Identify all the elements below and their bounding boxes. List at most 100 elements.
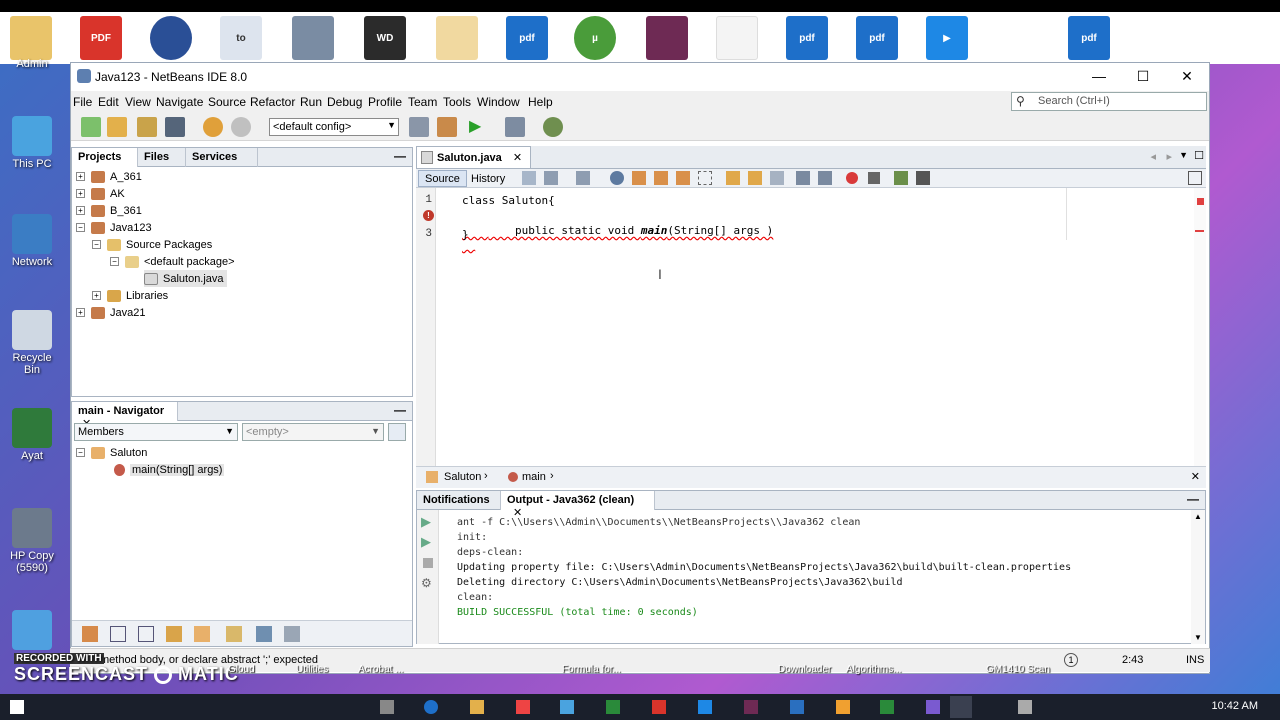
tab-files[interactable]: Files — [138, 148, 186, 167]
tree-item-a361[interactable]: + A_361 — [76, 168, 142, 185]
close-button[interactable]: ✕ — [1165, 63, 1209, 89]
close-tab-icon[interactable]: ✕ — [513, 152, 522, 164]
output-scrollbar[interactable]: ▲ ▼ — [1191, 510, 1205, 644]
tree-item-ak[interactable]: + AK — [76, 185, 125, 202]
find-previous-icon[interactable] — [632, 171, 646, 185]
filter-nonpublic-icon[interactable] — [138, 626, 154, 642]
taskbar-app-icon[interactable] — [380, 700, 394, 714]
printer-icon[interactable] — [292, 16, 334, 60]
filter-fields-icon[interactable] — [82, 626, 98, 642]
last-edit-icon[interactable] — [522, 171, 536, 185]
forward-icon[interactable] — [576, 171, 590, 185]
record-macro-icon[interactable] — [846, 172, 858, 184]
config-select[interactable]: <default config> ▼ — [269, 118, 399, 136]
breadcrumb-class[interactable]: Saluton — [444, 471, 481, 483]
tab-output[interactable]: Output - Java362 (clean) ✕ — [501, 491, 655, 519]
rerun-icon[interactable]: ▶ — [421, 514, 431, 530]
uncomment-icon[interactable] — [916, 171, 930, 185]
edge-pdf-icon[interactable]: pdf — [786, 16, 828, 60]
undo-icon[interactable] — [203, 117, 223, 137]
folder-icon[interactable] — [436, 16, 478, 60]
taskbar-app-icon[interactable] — [744, 700, 758, 714]
menu-source[interactable]: Source — [208, 95, 246, 109]
taskbar-app-icon[interactable] — [790, 700, 804, 714]
collapse-icon[interactable]: − — [76, 448, 85, 457]
taskbar-app-icon[interactable] — [652, 700, 666, 714]
utorrent-icon[interactable]: µ — [574, 16, 616, 60]
taskbar-label[interactable]: Utilities — [296, 664, 328, 675]
taskbar-app-icon[interactable] — [698, 700, 712, 714]
taskbar-app-icon[interactable] — [424, 700, 438, 714]
maximize-button[interactable]: ☐ — [1121, 63, 1165, 89]
tab-saluton-java[interactable]: Saluton.java ✕ — [416, 146, 532, 168]
minimize-panel-icon[interactable]: — — [394, 149, 406, 163]
filter-select[interactable]: <empty> ▼ — [242, 423, 384, 441]
desktop-icon-control-panel[interactable] — [4, 610, 60, 652]
desktop-icon-admin[interactable]: Admin — [4, 16, 60, 70]
error-marker-icon[interactable]: ! — [423, 210, 434, 221]
tree-item-b361[interactable]: + B_361 — [76, 202, 142, 219]
expand-icon[interactable]: + — [76, 172, 85, 181]
tree-item-saluton-java[interactable]: Saluton.java — [144, 270, 227, 287]
toggle-highlight-icon[interactable] — [676, 171, 690, 185]
stop-icon[interactable] — [423, 558, 433, 568]
sort-by-name-icon[interactable] — [256, 626, 272, 642]
taskbar-app-icon[interactable] — [880, 700, 894, 714]
edge-pdf-icon[interactable]: pdf — [856, 16, 898, 60]
tab-services[interactable]: Services — [186, 148, 258, 167]
taskbar-label[interactable]: Gloud — [228, 664, 255, 675]
blank-file-icon[interactable] — [716, 16, 758, 60]
minimize-button[interactable]: — — [1077, 63, 1121, 89]
next-bookmark-icon[interactable] — [748, 171, 762, 185]
menu-profile[interactable]: Profile — [368, 95, 402, 109]
desktop-icon-recycle-bin[interactable]: Recycle Bin — [4, 310, 60, 376]
collapse-icon[interactable]: − — [92, 240, 101, 249]
menu-debug[interactable]: Debug — [327, 95, 362, 109]
menu-view[interactable]: View — [125, 95, 151, 109]
collapse-icon[interactable]: − — [76, 223, 85, 232]
maximize-editor-icon[interactable]: ☐ — [1194, 149, 1204, 162]
taskbar-app-icon[interactable] — [560, 700, 574, 714]
inherited-icon[interactable] — [194, 626, 210, 642]
toggle-bookmark-icon[interactable] — [770, 171, 784, 185]
pdf-icon[interactable]: PDF — [80, 16, 122, 60]
expand-icon[interactable]: + — [76, 206, 85, 215]
desktop-icon-hp-copy[interactable]: HP Copy (5590) — [4, 508, 60, 574]
find-next-icon[interactable] — [654, 171, 668, 185]
error-stripe-line[interactable] — [1195, 230, 1204, 232]
search-input[interactable]: ⚲ Search (Ctrl+I) — [1011, 92, 1207, 111]
taskbar-app-icon[interactable] — [516, 700, 530, 714]
stop-macro-icon[interactable] — [868, 172, 880, 184]
new-project-icon[interactable] — [107, 117, 127, 137]
settings-icon[interactable]: ⚙ — [421, 576, 432, 590]
breadcrumb-method[interactable]: main — [522, 471, 546, 483]
media-player-icon[interactable]: ▶ — [926, 16, 968, 60]
scroll-up-icon[interactable]: ▲ — [1194, 512, 1202, 521]
prev-bookmark-icon[interactable] — [726, 171, 740, 185]
desktop-icon-network[interactable]: Network — [4, 214, 60, 268]
members-select[interactable]: Members ▼ — [74, 423, 238, 441]
desktop-icon-this-pc[interactable]: This PC — [4, 116, 60, 170]
minimize-panel-icon[interactable]: — — [394, 403, 406, 417]
navigator-options-icon[interactable] — [388, 423, 406, 441]
taskbar-app-icon[interactable] — [836, 700, 850, 714]
split-editor-icon[interactable] — [1188, 171, 1202, 185]
app-shortcut-icon[interactable]: to — [220, 16, 262, 60]
taskbar-label[interactable]: Formula for... — [562, 664, 621, 675]
back-icon[interactable] — [544, 171, 558, 185]
new-file-icon[interactable] — [81, 117, 101, 137]
shift-left-icon[interactable] — [796, 171, 810, 185]
menu-edit[interactable]: Edit — [98, 95, 119, 109]
error-stripe-marker[interactable] — [1197, 198, 1204, 205]
menu-file[interactable]: File — [73, 95, 92, 109]
clean-build-icon[interactable] — [437, 117, 457, 137]
menu-refactor[interactable]: Refactor — [250, 95, 295, 109]
shift-right-icon[interactable] — [818, 171, 832, 185]
code-editor[interactable]: 1 ! 3 class Saluton{ public static void … — [416, 188, 1206, 466]
taskbar-app-icon[interactable] — [470, 700, 484, 714]
menu-window[interactable]: Window — [477, 95, 520, 109]
menu-navigate[interactable]: Navigate — [156, 95, 203, 109]
nav-item-saluton[interactable]: − Saluton — [76, 444, 147, 461]
expand-icon[interactable]: + — [76, 189, 85, 198]
tree-item-source-packages[interactable]: − Source Packages — [92, 236, 212, 253]
